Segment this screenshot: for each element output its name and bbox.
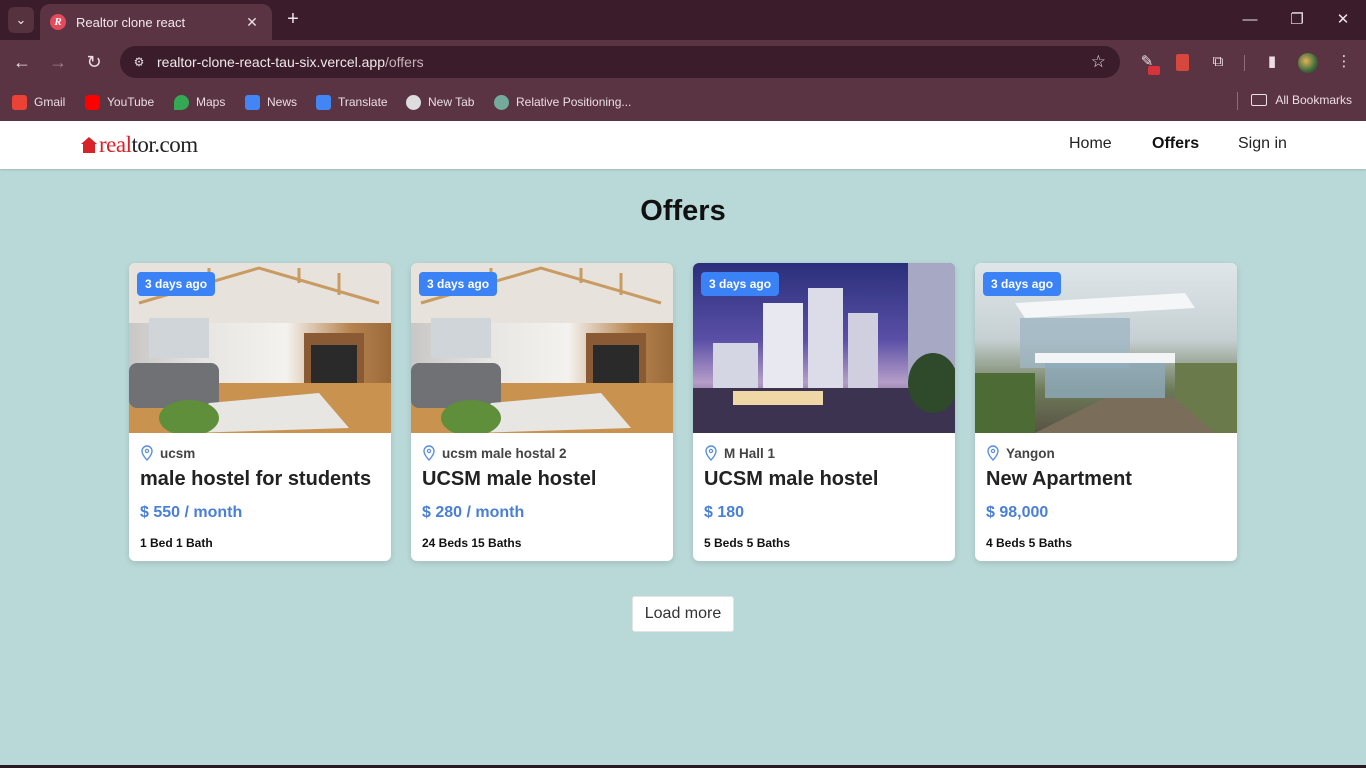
bookmark-relative-positioning[interactable]: Relative Positioning... bbox=[494, 93, 631, 111]
bookmarks-bar: Gmail YouTube Maps News Translate New Ta… bbox=[0, 84, 1366, 121]
listing-rooms: 1 Bed 1 Bath bbox=[140, 536, 213, 550]
tab-strip: ⌄ R Realtor clone react ✕ + — ❐ ✕ bbox=[0, 0, 1366, 40]
listing-rooms: 5 Beds 5 Baths bbox=[704, 536, 791, 550]
bookmark-label: Relative Positioning... bbox=[516, 95, 632, 109]
location-text: ucsm bbox=[160, 445, 196, 461]
listing-photo[interactable]: 3 days ago bbox=[129, 263, 391, 436]
listing-location: M Hall 1 bbox=[704, 445, 775, 461]
url-text[interactable]: realtor-clone-react-tau-six.vercel.app/o… bbox=[157, 54, 424, 70]
globe-icon bbox=[406, 94, 421, 110]
listing-card[interactable]: 3 days ago ucsm male hostel for students… bbox=[129, 263, 391, 561]
tab-title: Realtor clone react bbox=[76, 14, 186, 30]
forward-arrow-icon[interactable]: → bbox=[46, 50, 70, 74]
listing-rooms: 4 Beds 5 Baths bbox=[986, 536, 1073, 550]
location-pin-icon bbox=[987, 445, 999, 461]
tab-search-chevron-icon[interactable]: ⌄ bbox=[8, 7, 34, 33]
side-panel-icon[interactable]: ▮ bbox=[1262, 52, 1282, 72]
logo-text-real: real bbox=[99, 132, 132, 157]
bookmark-label: Gmail bbox=[34, 95, 66, 109]
listing-photo[interactable]: 3 days ago bbox=[975, 263, 1237, 433]
site-info-icon[interactable]: ⚙ bbox=[130, 53, 148, 71]
extension-badge bbox=[1148, 66, 1160, 75]
bookmark-label: Translate bbox=[338, 95, 388, 109]
listing-title: UCSM male hostel bbox=[422, 468, 597, 490]
listing-rooms: 24 Beds 15 Baths bbox=[422, 536, 522, 550]
menu-kebab-icon[interactable]: ⋮ bbox=[1334, 52, 1354, 72]
all-bookmarks[interactable]: All Bookmarks bbox=[1251, 93, 1352, 107]
listing-title: UCSM male hostel bbox=[704, 468, 879, 490]
bookmark-youtube[interactable]: YouTube bbox=[85, 93, 154, 111]
listing-price: $ 98,000 bbox=[986, 504, 1049, 521]
load-more-button[interactable]: Load more bbox=[632, 596, 734, 632]
reload-icon[interactable]: ↻ bbox=[82, 50, 106, 74]
site-header: realtor.com Home Offers Sign in bbox=[0, 121, 1366, 169]
browser-toolbar: ← → ↻ ⚙ realtor-clone-react-tau-six.verc… bbox=[0, 40, 1366, 84]
gmail-icon bbox=[12, 94, 27, 110]
location-pin-icon bbox=[141, 445, 153, 461]
bookmarks-divider bbox=[1237, 92, 1238, 110]
realtor-logo[interactable]: realtor.com bbox=[81, 132, 198, 157]
window-close-icon[interactable]: ✕ bbox=[1331, 8, 1355, 32]
extensions-puzzle-icon[interactable]: ⧉ bbox=[1208, 52, 1228, 72]
logo-text-rest: tor.com bbox=[131, 132, 198, 157]
translate-icon bbox=[316, 94, 331, 110]
bookmark-label: Maps bbox=[196, 95, 226, 109]
listing-price: $ 180 bbox=[704, 504, 745, 521]
listing-location: Yangon bbox=[986, 445, 1055, 461]
bookmark-extension-icon[interactable] bbox=[1176, 54, 1189, 71]
location-pin-icon bbox=[423, 445, 435, 461]
back-arrow-icon[interactable]: ← bbox=[10, 50, 34, 74]
listing-price: $ 280 / month bbox=[422, 504, 525, 521]
realtor-favicon-icon: R bbox=[50, 14, 66, 30]
location-pin-icon bbox=[705, 445, 717, 461]
bookmark-maps[interactable]: Maps bbox=[174, 93, 225, 111]
nav-offers[interactable]: Offers bbox=[1152, 135, 1199, 153]
bookmark-new-tab[interactable]: New Tab bbox=[406, 93, 474, 111]
listing-card[interactable]: 3 days ago M Hall 1 UCSM male hostel $ 1… bbox=[693, 263, 955, 561]
restore-icon[interactable]: ❐ bbox=[1285, 8, 1309, 32]
listing-card[interactable]: 3 days ago ucsm male hostal 2 UCSM male … bbox=[411, 263, 673, 561]
browser-tab[interactable]: R Realtor clone react ✕ bbox=[40, 4, 272, 40]
nav-home[interactable]: Home bbox=[1069, 135, 1112, 153]
tab-close-icon[interactable]: ✕ bbox=[242, 14, 262, 31]
minimize-icon[interactable]: — bbox=[1238, 8, 1262, 32]
profile-avatar[interactable] bbox=[1298, 53, 1318, 73]
page-title: Offers bbox=[640, 195, 726, 227]
posted-badge: 3 days ago bbox=[983, 272, 1062, 296]
folder-icon bbox=[1251, 94, 1268, 106]
url-host: realtor-clone-react-tau-six.vercel.app bbox=[157, 54, 385, 70]
listing-location: ucsm bbox=[140, 445, 195, 461]
posted-badge: 3 days ago bbox=[701, 272, 780, 296]
listing-photo[interactable]: 3 days ago bbox=[693, 263, 955, 433]
bookmark-translate[interactable]: Translate bbox=[316, 93, 388, 111]
bookmark-star-icon[interactable]: ☆ bbox=[1091, 52, 1106, 72]
nav-sign-in[interactable]: Sign in bbox=[1238, 135, 1287, 153]
chatgpt-icon bbox=[494, 94, 509, 110]
bookmark-gmail[interactable]: Gmail bbox=[12, 93, 65, 111]
posted-badge: 3 days ago bbox=[137, 272, 216, 296]
listing-title: New Apartment bbox=[986, 468, 1132, 490]
location-text: Yangon bbox=[1006, 445, 1055, 461]
maps-icon bbox=[174, 94, 189, 110]
url-path: /offers bbox=[384, 54, 424, 70]
location-text: ucsm male hostal 2 bbox=[442, 445, 567, 461]
listing-title: male hostel for students bbox=[140, 468, 372, 490]
listing-price: $ 550 / month bbox=[140, 504, 243, 521]
house-logo-icon bbox=[81, 137, 97, 153]
listing-card[interactable]: 3 days ago Yangon New Apartment $ 98,000… bbox=[975, 263, 1237, 561]
bookmark-news[interactable]: News bbox=[245, 93, 297, 111]
listing-photo[interactable]: 3 days ago bbox=[411, 263, 673, 436]
toolbar-divider bbox=[1244, 55, 1245, 71]
bookmark-label: YouTube bbox=[107, 95, 155, 109]
listing-location: ucsm male hostal 2 bbox=[422, 445, 567, 461]
bookmark-label: New Tab bbox=[428, 95, 475, 109]
location-text: M Hall 1 bbox=[724, 445, 776, 461]
news-icon bbox=[245, 94, 260, 110]
posted-badge: 3 days ago bbox=[419, 272, 498, 296]
all-bookmarks-label: All Bookmarks bbox=[1275, 93, 1352, 107]
address-bar[interactable]: ⚙ realtor-clone-react-tau-six.vercel.app… bbox=[120, 46, 1120, 78]
bookmark-label: News bbox=[267, 95, 298, 109]
youtube-icon bbox=[85, 94, 100, 110]
new-tab-plus-icon[interactable]: + bbox=[281, 8, 305, 32]
